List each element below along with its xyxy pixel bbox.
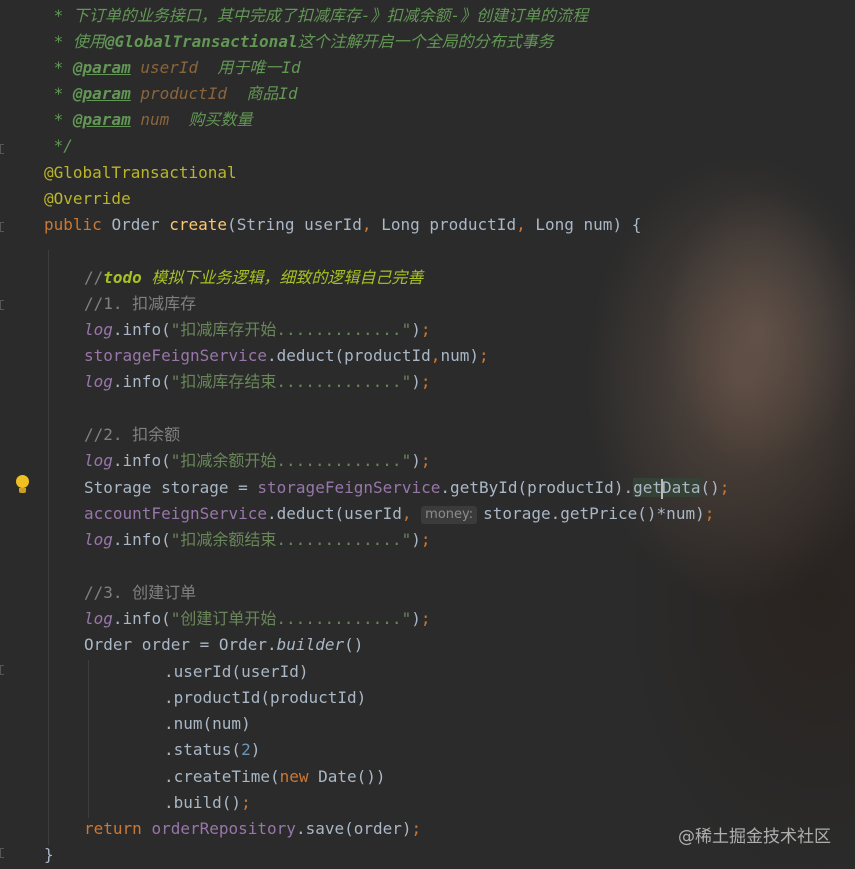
gutter xyxy=(0,0,8,869)
code-line: Order order = Order.builder() xyxy=(84,635,364,654)
parameter-hint: money: xyxy=(421,506,478,524)
code-line: log.info("创建订单开始............."); xyxy=(84,609,431,628)
code-line: * @param num 购买数量 xyxy=(44,110,253,129)
code-line: @Override xyxy=(44,189,131,208)
code-line: .createTime(new Date()) xyxy=(164,767,386,786)
code-line: storageFeignService.deduct(productId,num… xyxy=(84,346,489,365)
code-line: log.info("扣减余额开始............."); xyxy=(84,451,431,470)
code-line: .userId(userId) xyxy=(164,662,309,681)
code-line: //1. 扣减库存 xyxy=(84,294,197,313)
code-line: } xyxy=(44,845,54,864)
code-editor[interactable]: * 下订单的业务接口，其中完成了扣减库存-》扣减余额-》创建订单的流程 * 使用… xyxy=(0,0,855,869)
lightbulb-icon[interactable] xyxy=(14,475,30,495)
code-line: .productId(productId) xyxy=(164,688,367,707)
code-line-current: Storage storage = storageFeignService.ge… xyxy=(84,478,730,499)
indent-guide xyxy=(88,660,89,818)
code-line: public Order create(String userId, Long … xyxy=(44,215,642,234)
indent-guide xyxy=(48,250,49,845)
code-line: accountFeignService.deduct(userId, money… xyxy=(84,504,715,524)
code-line: */ xyxy=(44,136,73,155)
fold-marker[interactable] xyxy=(0,665,4,675)
code-line: //2. 扣余额 xyxy=(84,425,181,444)
code-line: * @param productId 商品Id xyxy=(44,84,298,103)
code-line: .build(); xyxy=(164,793,251,812)
code-line: * 使用@GlobalTransactional这个注解开启一个全局的分布式事务 xyxy=(44,32,554,51)
fold-marker[interactable] xyxy=(0,300,4,310)
watermark: @稀土掘金技术社区 xyxy=(678,827,831,847)
code-line: log.info("扣减余额结束............."); xyxy=(84,530,431,549)
code-line: @GlobalTransactional xyxy=(44,163,237,182)
code-line: log.info("扣减库存开始............."); xyxy=(84,320,431,339)
code-line: * @param userId 用于唯一Id xyxy=(44,58,301,77)
fold-marker[interactable] xyxy=(0,848,4,858)
code-line: //todo 模拟下业务逻辑，细致的逻辑自己完善 xyxy=(84,268,424,287)
code-line: //3. 创建订单 xyxy=(84,583,197,602)
code-line: * 下订单的业务接口，其中完成了扣减库存-》扣减余额-》创建订单的流程 xyxy=(44,6,589,25)
code-line: log.info("扣减库存结束............."); xyxy=(84,372,431,391)
fold-marker[interactable] xyxy=(0,222,4,232)
code-line: .num(num) xyxy=(164,714,251,733)
code-line: .status(2) xyxy=(164,740,261,759)
fold-marker[interactable] xyxy=(0,144,4,154)
code-line: return orderRepository.save(order); xyxy=(84,819,422,838)
